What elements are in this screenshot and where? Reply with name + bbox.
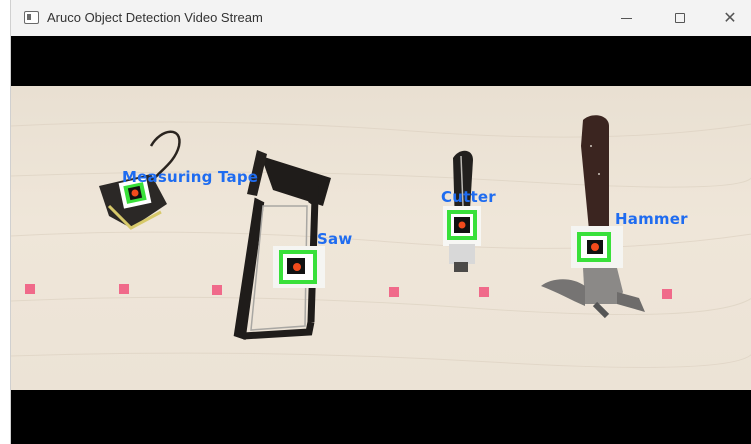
app-window: Aruco Object Detection Video Stream ✕ Me… xyxy=(10,0,751,444)
label-hammer: Hammer xyxy=(615,210,688,228)
scene-graphics xyxy=(11,115,751,368)
close-icon: ✕ xyxy=(723,8,737,27)
floor-mark xyxy=(479,287,489,297)
label-cutter: Cutter xyxy=(441,188,496,206)
label-measuring-tape: Measuring Tape xyxy=(122,168,259,186)
floor-mark xyxy=(662,289,672,299)
minimize-button[interactable] xyxy=(603,0,649,36)
app-window-icon xyxy=(24,11,39,24)
video-stream: Measuring Tape Saw Cutter Hammer xyxy=(11,36,751,444)
title-bar[interactable]: Aruco Object Detection Video Stream ✕ xyxy=(11,0,751,36)
maximize-icon xyxy=(675,13,685,23)
close-button[interactable]: ✕ xyxy=(707,0,751,36)
maximize-button[interactable] xyxy=(657,0,703,36)
floor-mark xyxy=(212,285,222,295)
label-saw: Saw xyxy=(317,230,353,248)
cutter-object xyxy=(443,150,481,272)
floor-mark xyxy=(25,284,35,294)
camera-frame: Measuring Tape Saw Cutter Hammer xyxy=(11,86,751,390)
minimize-icon xyxy=(620,17,632,19)
window-title: Aruco Object Detection Video Stream xyxy=(47,10,263,25)
floor-mark xyxy=(119,284,129,294)
wood-grain xyxy=(11,121,751,368)
floor-mark xyxy=(389,287,399,297)
